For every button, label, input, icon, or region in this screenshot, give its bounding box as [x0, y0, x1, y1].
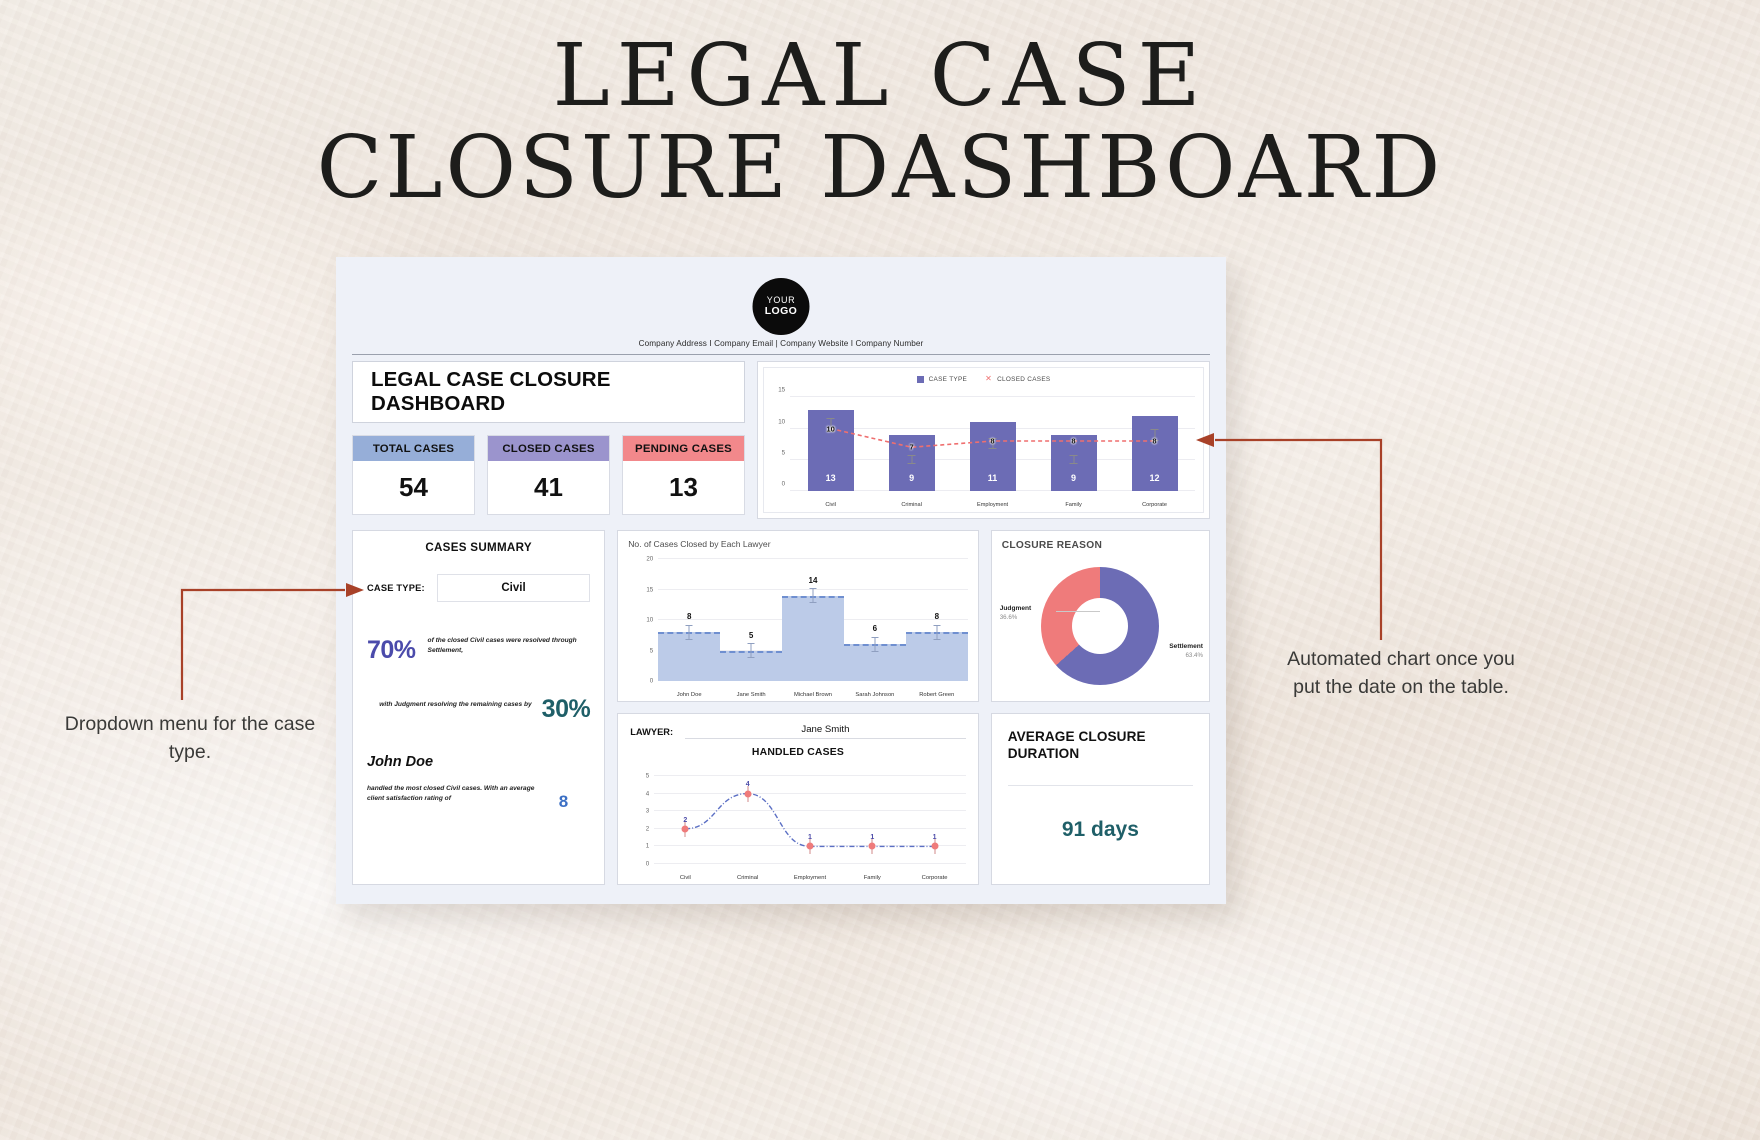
annotation-leader-right	[1196, 433, 1383, 640]
annotation-left: Dropdown menu for the case type.	[64, 713, 316, 764]
annotation-right: Automated chart once you put the date on…	[1287, 648, 1515, 699]
